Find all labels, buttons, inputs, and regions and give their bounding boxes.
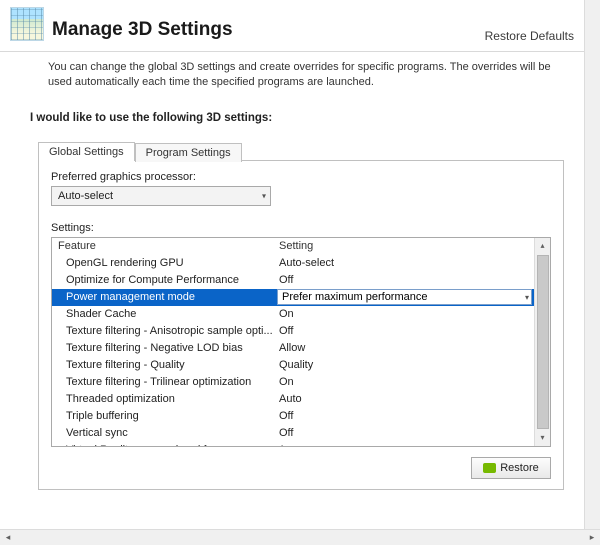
cell-feature: Texture filtering - Negative LOD bias (52, 342, 277, 354)
settings-section-label: Settings: (51, 222, 551, 234)
cell-setting: 1 (277, 444, 534, 446)
restore-defaults-link[interactable]: Restore Defaults (485, 29, 574, 43)
tabstrip: Global Settings Program Settings (38, 138, 564, 160)
cell-setting: Off (277, 274, 534, 286)
intro-text: You can change the global 3D settings an… (0, 52, 584, 96)
nvidia-logo-icon (483, 463, 496, 473)
table-row[interactable]: Threaded optimizationAuto (52, 391, 534, 408)
cell-feature: Virtual Reality pre-rendered frames (52, 444, 277, 446)
chevron-down-icon: ▾ (262, 191, 266, 200)
table-row[interactable]: Texture filtering - Trilinear optimizati… (52, 374, 534, 391)
grid-header-row: Feature Setting (52, 238, 534, 255)
cell-setting: Off (277, 427, 534, 439)
tab-panel-global: Preferred graphics processor: Auto-selec… (38, 160, 564, 490)
page-title: Manage 3D Settings (52, 19, 485, 41)
table-row[interactable]: OpenGL rendering GPUAuto-select (52, 255, 534, 272)
header: Manage 3D Settings Restore Defaults (0, 0, 584, 52)
table-row[interactable]: Vertical syncOff (52, 425, 534, 442)
table-row[interactable]: Power management modePrefer maximum perf… (52, 289, 534, 306)
cell-feature: Shader Cache (52, 308, 277, 320)
panel-footer: Restore (51, 457, 551, 479)
setting-dropdown[interactable]: Prefer maximum performance ▾ (277, 289, 532, 305)
tab-global-settings[interactable]: Global Settings (38, 142, 135, 161)
column-header-feature: Feature (52, 240, 277, 252)
restore-button-label: Restore (500, 462, 539, 474)
restore-button[interactable]: Restore (471, 457, 551, 479)
settings-grid: Feature Setting OpenGL rendering GPUAuto… (51, 237, 551, 447)
scrollbar-thumb[interactable] (537, 255, 549, 429)
cell-feature: OpenGL rendering GPU (52, 257, 277, 269)
preferred-processor-value: Auto-select (58, 190, 113, 202)
table-row[interactable]: Triple bufferingOff (52, 408, 534, 425)
nvidia-3d-icon (10, 7, 44, 41)
tab-program-settings[interactable]: Program Settings (135, 143, 242, 162)
cell-feature: Vertical sync (52, 427, 277, 439)
outer-horizontal-scrollbar[interactable]: ◂ ▸ (0, 529, 600, 545)
table-row[interactable]: Texture filtering - Negative LOD biasAll… (52, 340, 534, 357)
cell-setting: On (277, 376, 534, 388)
cell-setting: Quality (277, 359, 534, 371)
cell-feature: Power management mode (52, 291, 277, 303)
settings-prompt: I would like to use the following 3D set… (0, 96, 584, 128)
scroll-left-icon[interactable]: ◂ (0, 530, 16, 546)
cell-setting: Auto (277, 393, 534, 405)
grid-body: Feature Setting OpenGL rendering GPUAuto… (52, 238, 534, 446)
cell-feature: Texture filtering - Anisotropic sample o… (52, 325, 277, 337)
column-header-setting: Setting (277, 240, 534, 252)
cell-setting: Off (277, 410, 534, 422)
table-row[interactable]: Texture filtering - QualityQuality (52, 357, 534, 374)
outer-vertical-scrollbar[interactable] (584, 0, 600, 529)
table-row[interactable]: Shader CacheOn (52, 306, 534, 323)
cell-feature: Texture filtering - Quality (52, 359, 277, 371)
cell-setting: Auto-select (277, 257, 534, 269)
scroll-right-icon[interactable]: ▸ (584, 530, 600, 546)
tabs-container: Global Settings Program Settings Preferr… (38, 138, 564, 490)
cell-setting[interactable]: Prefer maximum performance ▾ (277, 289, 534, 305)
table-row[interactable]: Virtual Reality pre-rendered frames1 (52, 442, 534, 446)
cell-feature: Triple buffering (52, 410, 277, 422)
cell-setting: Allow (277, 342, 534, 354)
table-row[interactable]: Optimize for Compute PerformanceOff (52, 272, 534, 289)
content-area: Manage 3D Settings Restore Defaults You … (0, 0, 584, 529)
preferred-processor-dropdown[interactable]: Auto-select ▾ (51, 186, 271, 206)
cell-feature: Texture filtering - Trilinear optimizati… (52, 376, 277, 388)
setting-dropdown-value: Prefer maximum performance (282, 291, 428, 303)
cell-feature: Threaded optimization (52, 393, 277, 405)
cell-setting: Off (277, 325, 534, 337)
scroll-up-icon[interactable]: ▴ (535, 238, 550, 254)
preferred-processor-label: Preferred graphics processor: (51, 171, 551, 183)
chevron-down-icon: ▾ (525, 293, 529, 302)
scroll-down-icon[interactable]: ▾ (535, 430, 550, 446)
cell-setting: On (277, 308, 534, 320)
cell-feature: Optimize for Compute Performance (52, 274, 277, 286)
table-row[interactable]: Texture filtering - Anisotropic sample o… (52, 323, 534, 340)
grid-vertical-scrollbar[interactable]: ▴ ▾ (534, 238, 550, 446)
